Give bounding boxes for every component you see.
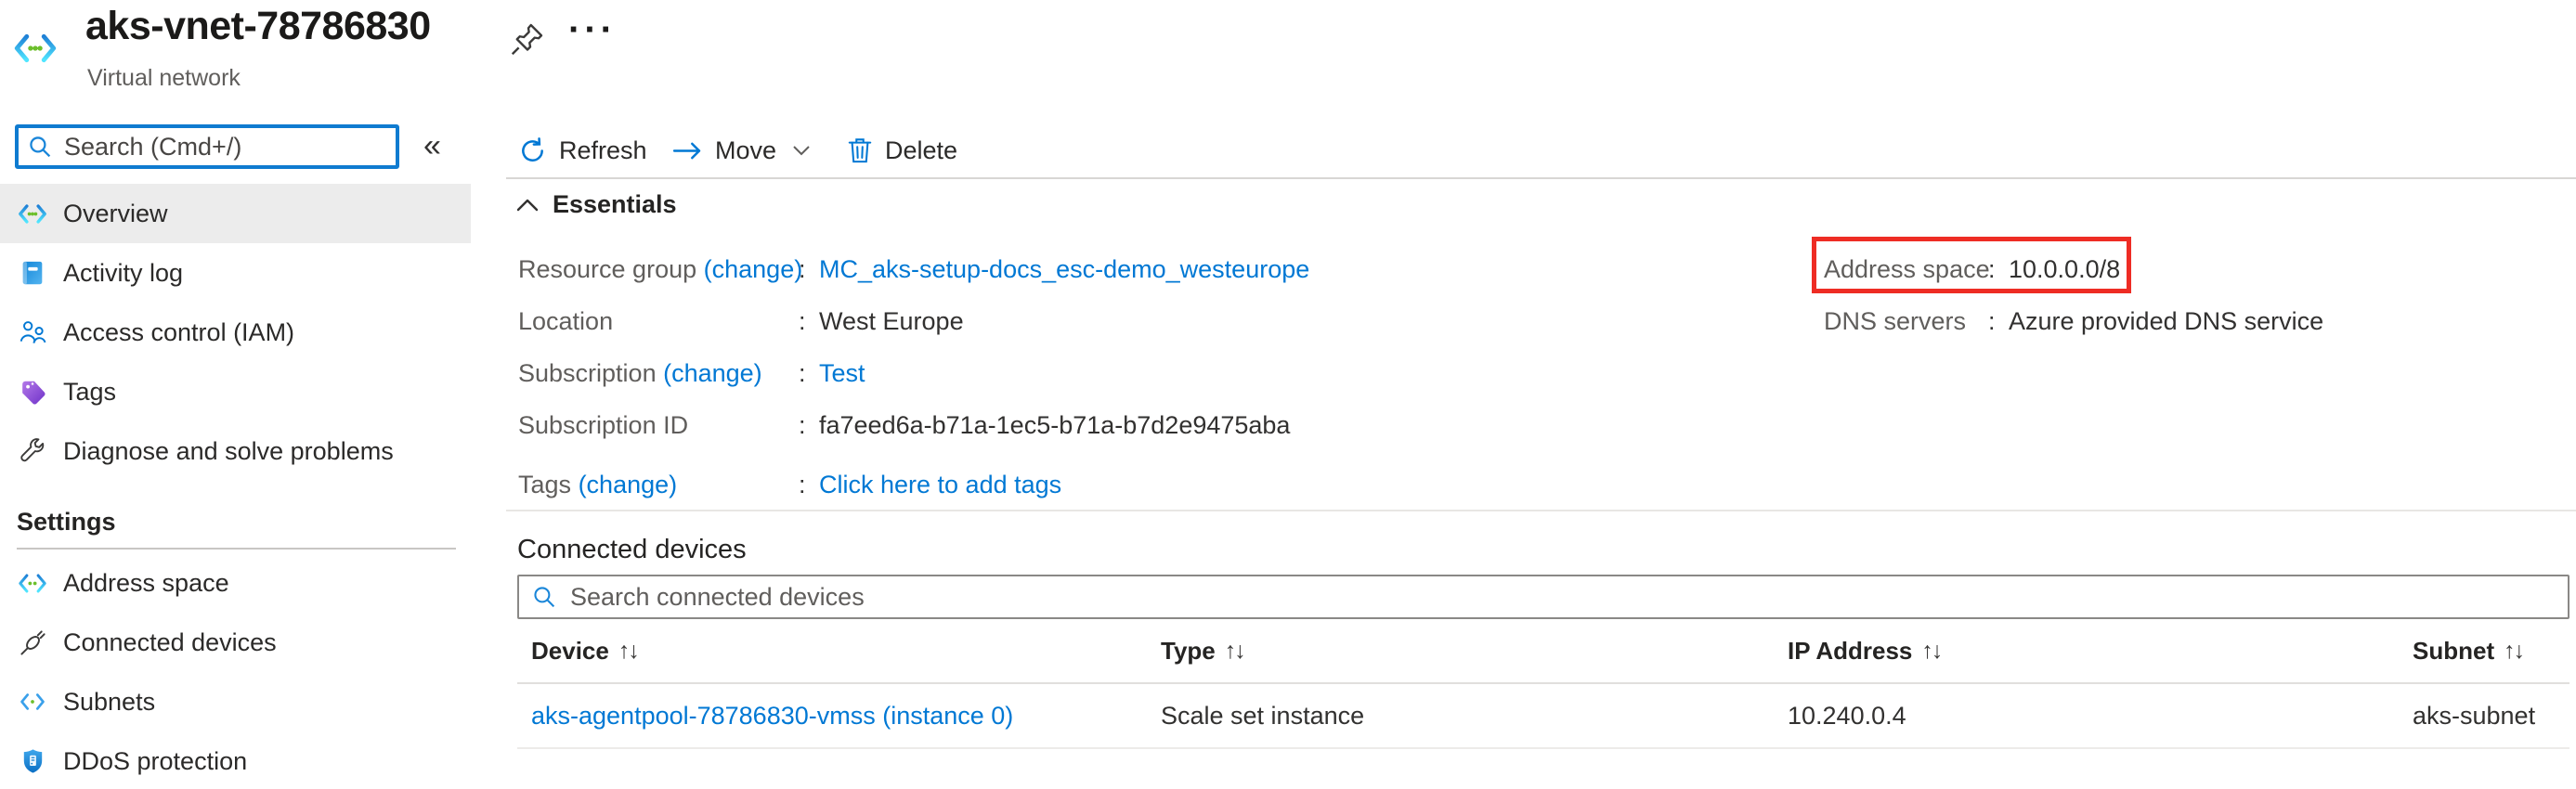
- resource-group-change-link[interactable]: (change): [704, 255, 803, 283]
- connected-devices-search[interactable]: [517, 575, 2569, 619]
- shield-icon: [17, 745, 48, 777]
- subscription-label: Subscription: [518, 359, 657, 387]
- device-subnet: aks-subnet: [2413, 702, 2535, 731]
- delete-button[interactable]: Delete: [847, 132, 957, 169]
- subnets-icon: [17, 686, 48, 718]
- sidebar-item-label: Address space: [63, 569, 229, 598]
- sidebar-item-ddos-protection[interactable]: DDoS protection: [0, 731, 471, 789]
- connected-devices-search-input[interactable]: [570, 583, 1127, 612]
- plug-icon: [17, 627, 48, 658]
- essentials-row-subscription-id: Subscription ID : fa7eed6a-b71a-1ec5-b71…: [518, 408, 1290, 442]
- essentials-row-location: Location : West Europe: [518, 304, 964, 338]
- address-space-icon: [17, 567, 48, 599]
- subscription-id-value: fa7eed6a-b71a-1ec5-b71a-b7d2e9475aba: [819, 411, 1290, 440]
- tags-label: Tags: [518, 471, 571, 498]
- dns-servers-label: DNS servers: [1824, 307, 1988, 336]
- essentials-row-dns-servers: DNS servers : Azure provided DNS service: [1824, 304, 2323, 338]
- device-type: Scale set instance: [1161, 702, 1364, 731]
- table-row-divider: [517, 747, 2569, 749]
- sidebar-item-label: Activity log: [63, 259, 183, 288]
- wrench-icon: [17, 435, 48, 467]
- column-header-device[interactable]: Device ↑↓: [531, 637, 638, 666]
- settings-divider: [17, 548, 456, 550]
- chevron-up-icon: [516, 199, 539, 212]
- essentials-row-subscription: Subscription (change) : Test: [518, 356, 865, 390]
- pin-icon[interactable]: [509, 20, 546, 58]
- sidebar-item-label: Connected devices: [63, 628, 277, 657]
- refresh-label: Refresh: [559, 136, 647, 165]
- sidebar-search[interactable]: [15, 124, 399, 169]
- column-header-type[interactable]: Type ↑↓: [1161, 637, 1244, 666]
- sidebar-item-label: Subnets: [63, 688, 155, 717]
- tags-icon: [17, 376, 48, 407]
- resource-group-value-link[interactable]: MC_aks-setup-docs_esc-demo_westeurope: [819, 255, 1309, 284]
- sidebar-item-tags[interactable]: Tags: [0, 362, 471, 421]
- essentials-row-tags: Tags (change) : Click here to add tags: [518, 468, 1061, 501]
- virtual-network-icon: [17, 198, 48, 229]
- sidebar-item-subnets[interactable]: Subnets: [0, 672, 471, 731]
- sidebar-item-label: Diagnose and solve problems: [63, 437, 394, 466]
- page-subtitle: Virtual network: [87, 65, 241, 92]
- sort-icon: ↑↓: [2504, 638, 2523, 665]
- move-label: Move: [715, 136, 776, 165]
- sort-icon: ↑↓: [618, 638, 638, 665]
- page-title: aks-vnet-78786830: [85, 4, 431, 49]
- access-control-icon: [17, 317, 48, 348]
- sidebar-item-diagnose[interactable]: Diagnose and solve problems: [0, 421, 471, 481]
- collapse-sidebar-button[interactable]: «: [423, 128, 441, 164]
- device-ip-address: 10.240.0.4: [1788, 702, 1906, 731]
- sidebar-item-label: Overview: [63, 200, 168, 228]
- refresh-icon: [518, 136, 547, 165]
- activity-log-icon: [17, 257, 48, 289]
- virtual-network-icon: [13, 33, 58, 63]
- address-space-highlight-annotation: [1812, 237, 2131, 293]
- subscription-value-link[interactable]: Test: [819, 359, 865, 388]
- column-header-subnet[interactable]: Subnet ↑↓: [2413, 637, 2523, 666]
- tags-change-link[interactable]: (change): [579, 471, 678, 498]
- search-icon: [28, 135, 53, 160]
- more-options-button[interactable]: ···: [568, 9, 617, 51]
- essentials-row-resource-group: Resource group (change) : MC_aks-setup-d…: [518, 252, 1309, 286]
- subscription-id-label: Subscription ID: [518, 411, 799, 440]
- sort-icon: ↑↓: [1921, 638, 1941, 665]
- sidebar-item-overview[interactable]: Overview: [0, 184, 471, 243]
- sidebar-menu: Overview Activity log Access control (IA…: [0, 184, 471, 789]
- essentials-header[interactable]: Essentials: [516, 190, 677, 219]
- column-header-ip-address[interactable]: IP Address ↑↓: [1788, 637, 1941, 666]
- move-button[interactable]: Move: [672, 132, 811, 169]
- search-icon: [532, 585, 557, 610]
- toolbar-divider: [506, 177, 2576, 179]
- essentials-divider: [506, 510, 2576, 511]
- refresh-button[interactable]: Refresh: [518, 132, 647, 169]
- connected-devices-title: Connected devices: [517, 535, 747, 565]
- arrow-right-icon: [672, 140, 703, 162]
- sidebar-item-label: Tags: [63, 378, 116, 407]
- tags-value-link[interactable]: Click here to add tags: [819, 471, 1061, 499]
- sort-icon: ↑↓: [1225, 638, 1244, 665]
- essentials-title: Essentials: [553, 190, 677, 219]
- sidebar-item-connected-devices[interactable]: Connected devices: [0, 613, 471, 672]
- subscription-change-link[interactable]: (change): [663, 359, 762, 387]
- trash-icon: [847, 136, 873, 164]
- chevron-down-icon: [792, 145, 811, 156]
- resource-group-label: Resource group: [518, 255, 696, 283]
- sidebar-search-input[interactable]: [64, 133, 371, 162]
- location-label: Location: [518, 307, 799, 336]
- table-header-divider: [517, 682, 2569, 684]
- settings-group-header: Settings: [17, 501, 471, 542]
- dns-servers-value: Azure provided DNS service: [2009, 307, 2323, 336]
- device-link[interactable]: aks-agentpool-78786830-vmss (instance 0): [531, 702, 1013, 731]
- sidebar-item-label: Access control (IAM): [63, 318, 294, 347]
- location-value: West Europe: [819, 307, 964, 336]
- sidebar-item-access-control[interactable]: Access control (IAM): [0, 303, 471, 362]
- delete-label: Delete: [885, 136, 957, 165]
- sidebar-item-address-space[interactable]: Address space: [0, 553, 471, 613]
- sidebar-item-activity-log[interactable]: Activity log: [0, 243, 471, 303]
- sidebar-item-label: DDoS protection: [63, 747, 247, 776]
